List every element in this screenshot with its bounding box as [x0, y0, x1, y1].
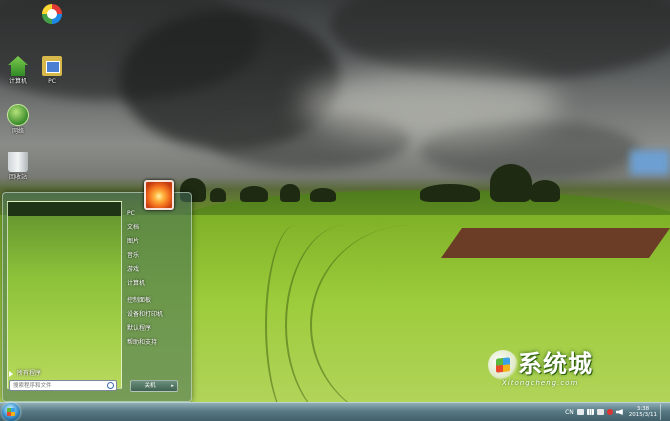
folder-icon: [42, 56, 62, 76]
desktop-icon-label: 计算机: [8, 78, 27, 85]
system-tray: CN 3:38 2015/3/11: [565, 403, 666, 421]
alert-icon[interactable]: [606, 409, 613, 415]
all-programs-button[interactable]: 所有程序: [9, 368, 41, 377]
show-desktop-button[interactable]: [660, 404, 666, 420]
desktop-icon-app[interactable]: [34, 4, 70, 26]
search-icon[interactable]: [107, 382, 114, 389]
start-menu-right-list: PC 文档 图片 音乐 游戏 计算机 控制面板 设备和打印机 默认程序 帮助和支…: [127, 207, 189, 350]
start-search-box[interactable]: [9, 380, 117, 391]
app-shortcut-icon: [42, 4, 62, 24]
watermark-logo-icon: [488, 350, 518, 380]
windows-logo-icon: [7, 408, 15, 416]
desktop-icon-label: 网络: [11, 128, 24, 135]
start-item-music[interactable]: 音乐: [127, 249, 189, 263]
action-center-icon[interactable]: [596, 409, 604, 415]
language-indicator[interactable]: CN: [565, 409, 574, 416]
start-item-devices-printers[interactable]: 设备和打印机: [127, 308, 189, 322]
windows-flag-icon: [496, 357, 510, 373]
network-icon: [7, 104, 29, 126]
clock-date: 2015/3/11: [628, 412, 657, 418]
desktop-icon-computer[interactable]: 计算机: [0, 56, 36, 85]
user-avatar[interactable]: [144, 180, 174, 210]
clock[interactable]: 3:38 2015/3/11: [629, 406, 657, 419]
recycle-bin-icon: [8, 152, 28, 172]
start-item-documents[interactable]: 文档: [127, 221, 189, 235]
all-programs-label: 所有程序: [17, 370, 42, 377]
start-menu-program-list: [7, 201, 122, 389]
start-item-default-programs[interactable]: 默认程序: [127, 322, 189, 336]
network-status-icon[interactable]: [586, 409, 594, 415]
shutdown-button[interactable]: 关机: [130, 380, 170, 392]
start-item-control-panel[interactable]: 控制面板: [127, 294, 189, 308]
start-menu: 所有程序 PC 文档 图片 音乐 游戏 计算机 控制面板 设备和打印机 默认程序…: [2, 180, 192, 402]
desktop-icon-pc[interactable]: PC: [34, 56, 70, 85]
desktop-icon-network[interactable]: 网络: [0, 104, 36, 135]
computer-icon: [8, 56, 28, 76]
start-item-computer[interactable]: 计算机: [127, 277, 189, 291]
volume-icon[interactable]: [615, 409, 623, 415]
shutdown-options-button[interactable]: ▸: [168, 380, 178, 392]
start-item-games[interactable]: 游戏: [127, 263, 189, 277]
xitongcheng-watermark: 系统城 Xitongcheng.com: [488, 348, 638, 396]
search-input[interactable]: [10, 381, 103, 391]
watermark-text: 系统城: [518, 350, 593, 378]
start-item-help-support[interactable]: 帮助和支持: [127, 336, 189, 350]
taskbar: CN 3:38 2015/3/11: [0, 402, 670, 421]
desktop-icon-label: 回收站: [8, 174, 27, 181]
start-item-pictures[interactable]: 图片: [127, 235, 189, 249]
watermark-url: Xitongcheng.com: [502, 379, 579, 387]
pane-background: [8, 202, 121, 216]
storm-cloud: [330, 0, 670, 80]
desktop-icon-recycle-bin[interactable]: 回收站: [0, 152, 36, 181]
start-button[interactable]: [2, 403, 20, 421]
keyboard-icon[interactable]: [576, 409, 584, 415]
desktop-icon-label: PC: [48, 78, 56, 85]
start-item-pc[interactable]: PC: [127, 207, 189, 221]
sky-light: [300, 70, 560, 140]
tree-line: [170, 164, 670, 202]
arrow-right-icon: [9, 370, 13, 377]
